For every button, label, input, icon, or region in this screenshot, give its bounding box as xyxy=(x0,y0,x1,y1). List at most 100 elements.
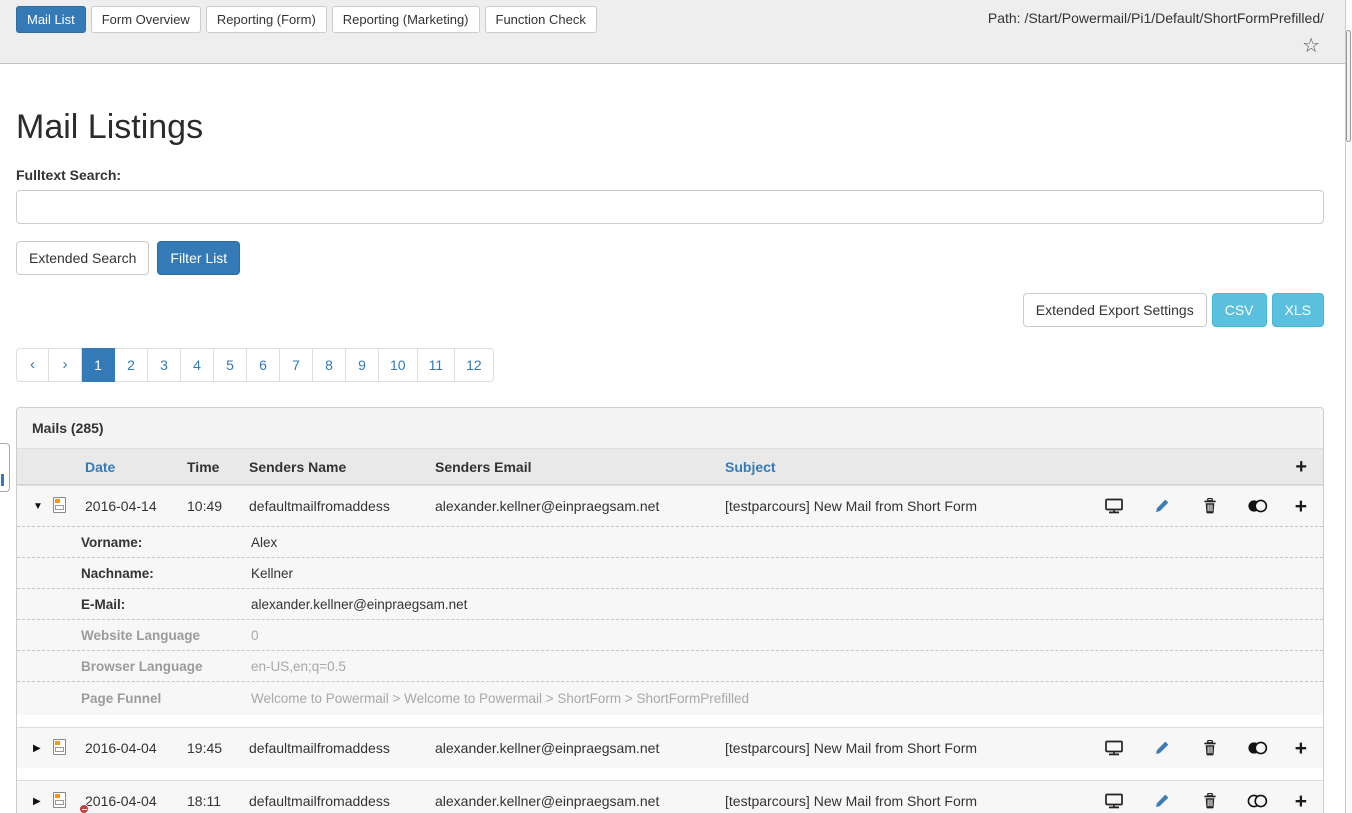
pagination-page-7[interactable]: 7 xyxy=(280,348,313,382)
column-header-date[interactable]: Date xyxy=(85,459,187,475)
table-header-row: Date Time Senders Name Senders Email Sub… xyxy=(17,449,1323,485)
nav-dock-handle[interactable] xyxy=(0,443,10,492)
pagination-page-6[interactable]: 6 xyxy=(247,348,280,382)
bookmark-star-icon[interactable]: ☆ xyxy=(1302,36,1320,56)
mails-panel: Mails (285) Date Time Senders Name Sende… xyxy=(16,407,1324,813)
fulltext-search-input[interactable] xyxy=(16,190,1324,224)
export-buttons: Extended Export Settings CSV XLS xyxy=(16,293,1324,327)
tab-mail-list[interactable]: Mail List xyxy=(16,6,86,33)
detail-label: E-Mail: xyxy=(81,597,251,612)
pagination-prev-button[interactable]: ‹ xyxy=(16,348,49,382)
mail-row-group: 2016-04-04 18:11 defaultmailfromaddess a… xyxy=(17,780,1323,813)
mails-panel-title: Mails (285) xyxy=(17,408,1323,449)
cell-subject: [testparcours] New Mail from Short Form xyxy=(725,740,1103,756)
delete-trash-icon[interactable] xyxy=(1199,737,1221,759)
record-icon xyxy=(53,792,66,808)
pagination-page-2[interactable]: 2 xyxy=(115,348,148,382)
scrollbar-thumb[interactable] xyxy=(1346,30,1351,142)
add-record-icon[interactable]: + xyxy=(1295,456,1307,478)
module-tabs: Mail List Form Overview Reporting (Form)… xyxy=(16,6,597,33)
export-csv-button[interactable]: CSV xyxy=(1212,293,1267,327)
cell-senders-name: defaultmailfromaddess xyxy=(249,793,435,809)
detail-value: en-US,en;q=0.5 xyxy=(251,659,1307,674)
tab-form-overview[interactable]: Form Overview xyxy=(91,6,201,33)
breadcrumb-path: Path: /Start/Powermail/Pi1/Default/Short… xyxy=(988,10,1324,26)
add-icon[interactable]: + xyxy=(1295,496,1307,517)
cell-time: 10:49 xyxy=(187,498,249,514)
detail-row: Website Language 0 xyxy=(17,619,1323,650)
cell-senders-email: alexander.kellner@einpraegsam.net xyxy=(435,793,725,809)
row-actions: + xyxy=(1103,495,1307,517)
module-body: Mail Listings Fulltext Search: Extended … xyxy=(0,64,1345,813)
detail-row: E-Mail: alexander.kellner@einpraegsam.ne… xyxy=(17,588,1323,619)
table-row[interactable]: 2016-04-14 10:49 defaultmailfromaddess a… xyxy=(17,486,1323,526)
detail-label: Vorname: xyxy=(81,535,251,550)
pagination-page-8[interactable]: 8 xyxy=(313,348,346,382)
edit-pencil-icon[interactable] xyxy=(1151,495,1173,517)
view-page-icon[interactable] xyxy=(1103,737,1125,759)
pagination-page-9[interactable]: 9 xyxy=(346,348,379,382)
detail-value: Welcome to Powermail > Welcome to Powerm… xyxy=(251,691,1307,706)
pagination-page-11[interactable]: 11 xyxy=(418,348,456,382)
cell-date: 2016-04-14 xyxy=(85,498,187,514)
cell-senders-email: alexander.kellner@einpraegsam.net xyxy=(435,498,725,514)
cell-senders-name: defaultmailfromaddess xyxy=(249,740,435,756)
view-page-icon[interactable] xyxy=(1103,495,1125,517)
edit-pencil-icon[interactable] xyxy=(1151,737,1173,759)
extended-search-button[interactable]: Extended Search xyxy=(16,241,149,275)
pagination-page-4[interactable]: 4 xyxy=(181,348,214,382)
tab-function-check[interactable]: Function Check xyxy=(485,6,597,33)
pagination-next-button[interactable]: › xyxy=(49,348,82,382)
detail-label: Website Language xyxy=(81,628,251,643)
edit-pencil-icon[interactable] xyxy=(1151,790,1173,812)
detail-label: Page Funnel xyxy=(81,691,251,706)
hidden-record-badge-icon xyxy=(79,804,89,813)
detail-row: Page Funnel Welcome to Powermail > Welco… xyxy=(17,681,1323,715)
detail-label: Nachname: xyxy=(81,566,251,581)
page-title: Mail Listings xyxy=(16,108,1324,147)
tab-reporting-marketing[interactable]: Reporting (Marketing) xyxy=(332,6,480,33)
expand-caret-icon[interactable] xyxy=(33,501,53,512)
fulltext-search-label: Fulltext Search: xyxy=(16,167,1324,183)
search-buttons: Extended Search Filter List xyxy=(16,241,1324,275)
cell-date: 2016-04-04 xyxy=(85,740,187,756)
add-icon[interactable]: + xyxy=(1295,791,1307,812)
delete-trash-icon[interactable] xyxy=(1199,790,1221,812)
pagination-page-5[interactable]: 5 xyxy=(214,348,247,382)
toggle-on-icon[interactable] xyxy=(1247,495,1269,517)
record-icon xyxy=(53,497,66,513)
row-actions: + xyxy=(1103,790,1307,812)
toggle-off-icon[interactable] xyxy=(1247,790,1269,812)
cell-senders-name: defaultmailfromaddess xyxy=(249,498,435,514)
cell-senders-email: alexander.kellner@einpraegsam.net xyxy=(435,740,725,756)
mail-row-group: 2016-04-04 19:45 defaultmailfromaddess a… xyxy=(17,727,1323,768)
dock-handle-indicator xyxy=(1,474,4,486)
cell-time: 19:45 xyxy=(187,740,249,756)
expand-caret-icon[interactable] xyxy=(33,743,53,754)
delete-trash-icon[interactable] xyxy=(1199,495,1221,517)
expand-caret-icon[interactable] xyxy=(33,796,53,807)
detail-value: alexander.kellner@einpraegsam.net xyxy=(251,597,1307,612)
record-icon xyxy=(53,739,66,755)
tab-reporting-form[interactable]: Reporting (Form) xyxy=(206,6,327,33)
vertical-scrollbar[interactable] xyxy=(1345,0,1352,813)
cell-subject: [testparcours] New Mail from Short Form xyxy=(725,498,1103,514)
pagination-page-1[interactable]: 1 xyxy=(82,348,115,382)
view-page-icon[interactable] xyxy=(1103,790,1125,812)
pagination-page-12[interactable]: 12 xyxy=(455,348,494,382)
export-xls-button[interactable]: XLS xyxy=(1272,293,1324,327)
add-icon[interactable]: + xyxy=(1295,738,1307,759)
column-header-subject[interactable]: Subject xyxy=(725,459,1103,475)
detail-label: Browser Language xyxy=(81,659,251,674)
column-header-time: Time xyxy=(187,459,249,475)
cell-date: 2016-04-04 xyxy=(85,793,187,809)
pagination-page-10[interactable]: 10 xyxy=(379,348,418,382)
pagination-page-3[interactable]: 3 xyxy=(148,348,181,382)
table-row[interactable]: 2016-04-04 19:45 defaultmailfromaddess a… xyxy=(17,728,1323,768)
table-row[interactable]: 2016-04-04 18:11 defaultmailfromaddess a… xyxy=(17,781,1323,813)
filter-list-button[interactable]: Filter List xyxy=(157,241,240,275)
toggle-on-icon[interactable] xyxy=(1247,737,1269,759)
detail-value: Kellner xyxy=(251,566,1307,581)
extended-export-settings-button[interactable]: Extended Export Settings xyxy=(1023,293,1207,327)
column-header-senders-email: Senders Email xyxy=(435,459,725,475)
